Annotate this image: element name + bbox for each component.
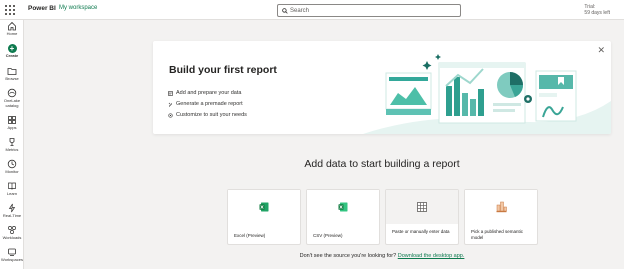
home-icon — [8, 21, 16, 31]
table-icon — [168, 91, 173, 96]
nav-label: Metrics — [5, 147, 19, 152]
folder-icon — [7, 68, 17, 75]
csv-icon — [338, 202, 348, 212]
sparkle-pen-icon — [168, 102, 173, 107]
top-bar: Power BI My workspace Search Trial: 59 d… — [0, 0, 624, 20]
nav-label: Workloads — [2, 235, 22, 240]
nav-label: Create — [5, 53, 19, 58]
nav-label: Learn — [6, 191, 18, 196]
tile-label: Paste or manually enter data — [392, 229, 450, 234]
search-input[interactable]: Search — [277, 4, 461, 17]
lightning-icon — [8, 203, 16, 213]
trophy-icon — [9, 138, 15, 146]
tile-illustration — [307, 190, 379, 224]
table-icon — [417, 202, 427, 212]
brand-name[interactable]: Power BI — [28, 5, 56, 12]
workloads-icon — [8, 226, 16, 234]
tile-label: CSV (Preview) — [313, 233, 343, 238]
trial-status[interactable]: Trial: 59 days left — [584, 4, 610, 16]
search-icon — [282, 8, 288, 14]
tile-semantic-model[interactable]: Pick a published semantic model — [464, 189, 538, 245]
nav-learn[interactable]: Learn — [0, 181, 24, 201]
hero-step-label: Add and prepare your data — [176, 90, 242, 96]
nav-real-time[interactable]: Real-Time — [0, 203, 24, 223]
hero-steps: Add and prepare your data Generate a pre… — [168, 88, 247, 121]
nav-label: Browse — [5, 76, 19, 81]
build-first-report-card: Build your first report Add and prepare … — [153, 41, 611, 134]
plus-circle-icon: + — [7, 44, 17, 53]
download-desktop-link[interactable]: Download the desktop app. — [398, 253, 465, 259]
report-illustration — [363, 54, 611, 134]
tile-excel[interactable]: Excel (Preview) — [227, 189, 301, 245]
app-launcher-icon[interactable] — [5, 5, 15, 15]
tile-label: Excel (Preview) — [234, 233, 266, 238]
nav-metrics[interactable]: Metrics — [0, 137, 24, 157]
hero-step-label: Generate a premade report — [176, 101, 243, 107]
hero-step: Generate a premade report — [168, 99, 247, 110]
excel-icon — [259, 202, 269, 212]
tile-csv[interactable]: CSV (Preview) — [306, 189, 380, 245]
customize-icon — [168, 113, 173, 118]
tile-label: Pick a published semantic model — [471, 229, 524, 240]
nav-create[interactable]: + Create — [0, 44, 24, 64]
nav-browse[interactable]: Browse — [0, 66, 24, 86]
book-icon — [8, 182, 16, 190]
nav-workloads[interactable]: Workloads — [0, 225, 24, 245]
nav-label: catalog — [5, 102, 19, 108]
hero-step: Add and prepare your data — [168, 88, 247, 99]
hero-title: Build your first report — [169, 64, 277, 76]
hero-step: Customize to suit your needs — [168, 110, 247, 121]
nav-label: Home — [6, 31, 18, 36]
nav-label: Monitor — [5, 169, 19, 174]
workspace-breadcrumb[interactable]: My workspace — [59, 5, 97, 11]
onelake-icon — [7, 88, 17, 98]
search-placeholder: Search — [290, 7, 310, 14]
semantic-model-icon — [496, 201, 507, 213]
tile-illustration — [228, 190, 300, 224]
footer-help: Don't see the source you're looking for?… — [0, 253, 624, 259]
tile-illustration — [465, 190, 537, 224]
left-nav: Home + Create Browse OneLake catalog App… — [0, 20, 24, 269]
tile-illustration — [386, 190, 458, 224]
nav-onelake-catalog[interactable]: OneLake catalog — [0, 88, 24, 112]
trial-days-left: 59 days left — [584, 10, 610, 16]
apps-icon — [8, 116, 16, 124]
close-icon[interactable]: ✕ — [597, 45, 605, 56]
footer-text: Don't see the source you're looking for? — [299, 253, 397, 259]
nav-home[interactable]: Home — [0, 21, 24, 41]
section-title: Add data to start building a report — [304, 158, 460, 170]
nav-label: Apps — [7, 125, 17, 130]
nav-apps[interactable]: Apps — [0, 115, 24, 135]
tile-paste-data[interactable]: Paste or manually enter data — [385, 189, 459, 245]
hero-step-label: Customize to suit your needs — [176, 112, 247, 118]
nav-label: Real-Time — [2, 213, 22, 218]
